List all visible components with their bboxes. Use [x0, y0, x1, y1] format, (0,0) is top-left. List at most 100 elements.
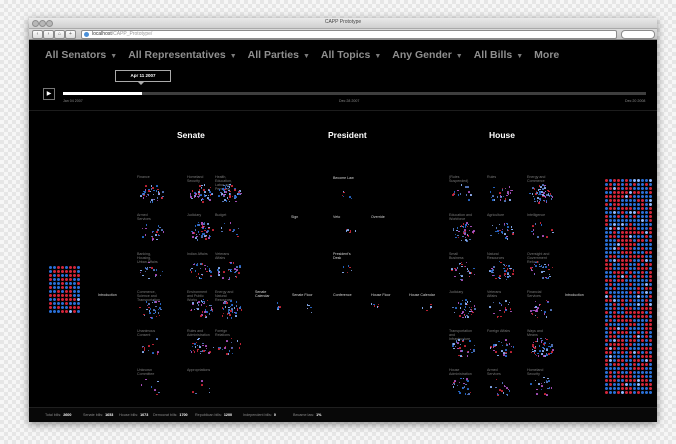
member-dot[interactable]	[641, 219, 644, 222]
member-dot[interactable]	[617, 275, 620, 278]
member-dot[interactable]	[617, 367, 620, 370]
member-dot[interactable]	[69, 270, 72, 273]
member-dot[interactable]	[637, 195, 640, 198]
member-dot[interactable]	[649, 379, 652, 382]
member-dot[interactable]	[633, 199, 636, 202]
member-dot[interactable]	[629, 263, 632, 266]
member-dot[interactable]	[617, 315, 620, 318]
member-dot[interactable]	[69, 298, 72, 301]
back-button[interactable]: ‹	[32, 30, 43, 39]
member-dot[interactable]	[621, 283, 624, 286]
member-dot[interactable]	[617, 215, 620, 218]
member-dot[interactable]	[649, 179, 652, 182]
member-dot[interactable]	[637, 179, 640, 182]
member-dot[interactable]	[633, 351, 636, 354]
member-dot[interactable]	[641, 375, 644, 378]
member-dot[interactable]	[641, 295, 644, 298]
member-dot[interactable]	[637, 291, 640, 294]
member-dot[interactable]	[641, 347, 644, 350]
member-dot[interactable]	[645, 235, 648, 238]
member-dot[interactable]	[605, 291, 608, 294]
member-dot[interactable]	[49, 310, 52, 313]
member-dot[interactable]	[609, 359, 612, 362]
member-dot[interactable]	[645, 303, 648, 306]
member-dot[interactable]	[605, 215, 608, 218]
member-dot[interactable]	[649, 247, 652, 250]
member-dot[interactable]	[609, 279, 612, 282]
member-dot[interactable]	[609, 343, 612, 346]
member-dot[interactable]	[625, 215, 628, 218]
member-dot[interactable]	[609, 267, 612, 270]
member-dot[interactable]	[641, 179, 644, 182]
member-dot[interactable]	[633, 267, 636, 270]
member-dot[interactable]	[609, 183, 612, 186]
member-dot[interactable]	[77, 306, 80, 309]
member-dot[interactable]	[69, 274, 72, 277]
member-dot[interactable]	[613, 211, 616, 214]
member-dot[interactable]	[613, 243, 616, 246]
member-dot[interactable]	[629, 219, 632, 222]
member-dot[interactable]	[645, 291, 648, 294]
member-dot[interactable]	[621, 207, 624, 210]
member-dot[interactable]	[645, 283, 648, 286]
member-dot[interactable]	[645, 343, 648, 346]
member-dot[interactable]	[645, 183, 648, 186]
nav-filter-0[interactable]: All Senators ▼	[45, 49, 117, 61]
member-dot[interactable]	[629, 195, 632, 198]
member-dot[interactable]	[617, 243, 620, 246]
member-dot[interactable]	[53, 270, 56, 273]
member-dot[interactable]	[633, 215, 636, 218]
member-dot[interactable]	[617, 211, 620, 214]
member-dot[interactable]	[645, 363, 648, 366]
member-dot[interactable]	[637, 367, 640, 370]
member-dot[interactable]	[645, 191, 648, 194]
member-dot[interactable]	[605, 227, 608, 230]
member-dot[interactable]	[73, 266, 76, 269]
member-dot[interactable]	[605, 311, 608, 314]
member-dot[interactable]	[645, 299, 648, 302]
member-dot[interactable]	[73, 290, 76, 293]
member-dot[interactable]	[605, 199, 608, 202]
member-dot[interactable]	[605, 379, 608, 382]
member-dot[interactable]	[609, 207, 612, 210]
member-dot[interactable]	[621, 307, 624, 310]
member-dot[interactable]	[605, 187, 608, 190]
member-dot[interactable]	[637, 307, 640, 310]
member-dot[interactable]	[633, 319, 636, 322]
member-dot[interactable]	[629, 239, 632, 242]
search-field[interactable]	[621, 30, 655, 39]
member-dot[interactable]	[61, 298, 64, 301]
member-dot[interactable]	[57, 286, 60, 289]
member-dot[interactable]	[629, 303, 632, 306]
member-dot[interactable]	[641, 191, 644, 194]
member-dot[interactable]	[61, 270, 64, 273]
stage-veto[interactable]: Veto	[333, 215, 340, 219]
member-dot[interactable]	[613, 267, 616, 270]
member-dot[interactable]	[605, 343, 608, 346]
member-dot[interactable]	[613, 251, 616, 254]
member-dot[interactable]	[649, 271, 652, 274]
member-dot[interactable]	[633, 343, 636, 346]
member-dot[interactable]	[613, 187, 616, 190]
stage-sign[interactable]: Sign	[291, 215, 298, 219]
member-dot[interactable]	[49, 286, 52, 289]
member-dot[interactable]	[617, 183, 620, 186]
member-dot[interactable]	[641, 207, 644, 210]
member-dot[interactable]	[625, 243, 628, 246]
member-dot[interactable]	[605, 367, 608, 370]
member-dot[interactable]	[633, 379, 636, 382]
member-dot[interactable]	[633, 263, 636, 266]
member-dot[interactable]	[649, 367, 652, 370]
member-dot[interactable]	[617, 327, 620, 330]
member-dot[interactable]	[617, 247, 620, 250]
member-dot[interactable]	[645, 367, 648, 370]
member-dot[interactable]	[637, 271, 640, 274]
member-dot[interactable]	[637, 283, 640, 286]
member-dot[interactable]	[625, 247, 628, 250]
member-dot[interactable]	[625, 283, 628, 286]
member-dot[interactable]	[625, 187, 628, 190]
member-dot[interactable]	[621, 363, 624, 366]
member-dot[interactable]	[605, 335, 608, 338]
member-dot[interactable]	[633, 371, 636, 374]
member-dot[interactable]	[77, 266, 80, 269]
